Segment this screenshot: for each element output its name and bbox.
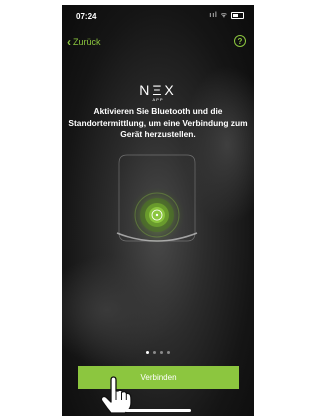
app-logo: NΞX APP (62, 83, 254, 103)
logo-subtitle: APP (152, 97, 164, 102)
back-label: Zurück (73, 37, 101, 47)
instruction-text: Aktivieren Sie Bluetooth und die Standor… (68, 106, 248, 139)
background-photo-area (62, 255, 172, 365)
back-button[interactable]: ‹ Zurück (67, 34, 101, 49)
status-icons: ııl ᯤ (209, 11, 244, 20)
signal-wifi-icons: ııl ᯤ (209, 12, 229, 19)
phone-screen: 07:24 ııl ᯤ ‹ Zurück ? NΞX APP Aktiviere… (62, 5, 254, 416)
battery-icon (231, 11, 244, 19)
page-dot-3[interactable] (160, 351, 163, 354)
status-time: 07:24 (76, 12, 97, 21)
page-dot-2[interactable] (153, 351, 156, 354)
help-icon[interactable]: ? (234, 35, 246, 47)
nex-device-icon (116, 154, 198, 243)
chevron-left-icon: ‹ (67, 34, 71, 49)
logo-wordmark: NΞX (139, 82, 177, 98)
page-dot-1[interactable] (146, 351, 149, 354)
home-indicator[interactable] (125, 409, 191, 412)
page-indicator[interactable] (62, 351, 254, 354)
screenshot-canvas: 07:24 ııl ᯤ ‹ Zurück ? NΞX APP Aktiviere… (0, 0, 309, 416)
page-dot-4[interactable] (167, 351, 170, 354)
